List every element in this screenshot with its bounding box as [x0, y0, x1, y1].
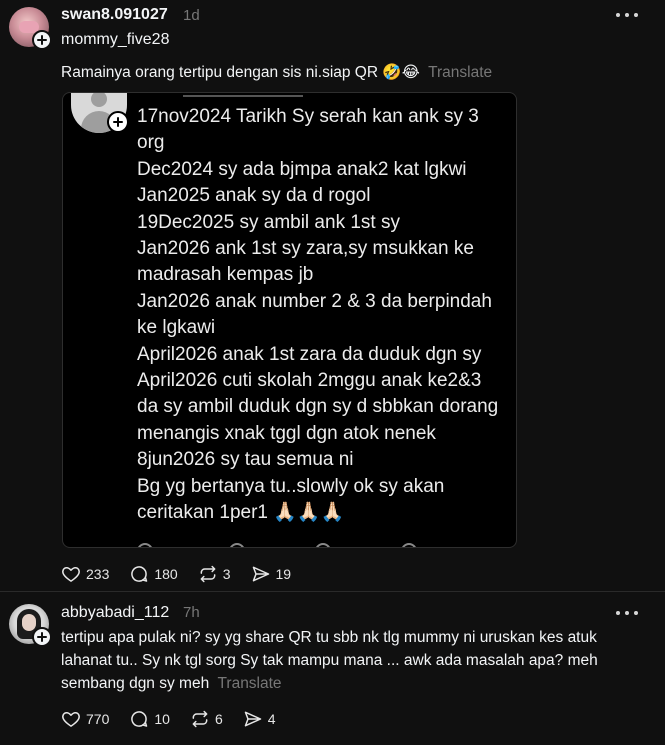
username[interactable]: swan8.091027	[61, 6, 168, 24]
reply-count: 180	[154, 566, 178, 582]
repost-count: 6	[214, 711, 223, 727]
follow-plus-icon[interactable]	[32, 30, 52, 50]
more-options-icon[interactable]	[616, 610, 638, 616]
image-bottom-icons	[63, 543, 516, 547]
image-text: 17nov2024 Tarikh Sy serah kan ank sy 3 o…	[137, 106, 499, 524]
send-icon	[244, 711, 261, 727]
reply-button[interactable]: 10	[129, 709, 170, 729]
like-button[interactable]: 233	[61, 564, 109, 584]
image-header-fragment	[183, 93, 303, 97]
post-actions: 233 180 3 19	[61, 564, 311, 584]
timestamp: 7h	[183, 604, 200, 621]
repost-icon	[192, 710, 208, 728]
repost-button[interactable]: 6	[190, 709, 223, 729]
image-plus-icon	[107, 111, 129, 133]
send-icon	[252, 566, 269, 582]
share-count: 4	[267, 711, 276, 727]
username[interactable]: abbyabadi_112	[61, 604, 169, 622]
avatar-face-icon	[22, 614, 36, 631]
translate-link[interactable]: Translate	[218, 675, 282, 692]
translate-link[interactable]: Translate	[428, 64, 492, 81]
reply-count: 10	[154, 711, 170, 727]
comment-icon	[131, 566, 148, 582]
repost-button[interactable]: 3	[198, 564, 231, 584]
timestamp: 1d	[183, 7, 200, 24]
heart-icon	[62, 567, 80, 582]
reply-button[interactable]: 180	[129, 564, 178, 584]
follow-plus-icon[interactable]	[32, 627, 52, 647]
post-text: Ramainya orang tertipu dengan sis ni.sia…	[61, 61, 641, 84]
like-count: 233	[86, 566, 110, 582]
like-button[interactable]: 770	[61, 709, 109, 729]
post-body: Ramainya orang tertipu dengan sis ni.sia…	[61, 64, 420, 81]
share-count: 19	[275, 566, 292, 582]
heart-icon	[62, 712, 80, 727]
comment-icon	[131, 711, 148, 727]
mentioned-user[interactable]: mommy_five28	[61, 31, 169, 49]
like-count: 770	[86, 711, 110, 727]
attached-image[interactable]: 17nov2024 Tarikh Sy serah kan ank sy 3 o…	[62, 92, 517, 548]
share-button[interactable]: 4	[243, 709, 276, 729]
post-actions: 770 10 6 4	[61, 709, 296, 729]
divider	[0, 591, 665, 592]
repost-count: 3	[222, 566, 231, 582]
repost-icon	[200, 565, 216, 583]
post-body: tertipu apa pulak ni? sy yg share QR tu …	[61, 629, 598, 692]
post-text: tertipu apa pulak ni? sy yg share QR tu …	[61, 626, 646, 695]
more-options-icon[interactable]	[616, 12, 638, 18]
share-button[interactable]: 19	[251, 564, 292, 584]
